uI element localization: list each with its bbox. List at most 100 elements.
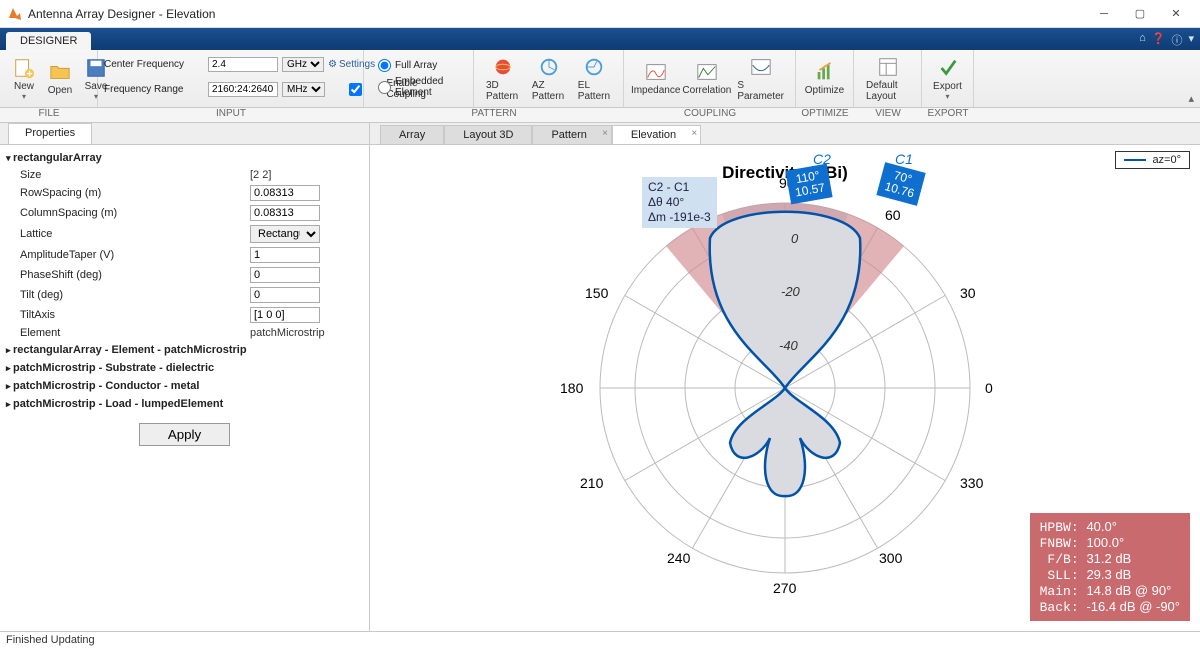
prop-value: [2 2] bbox=[250, 169, 271, 181]
prop-row-amplitudetaper-v-: AmplitudeTaper (V) bbox=[4, 245, 365, 265]
prop-section[interactable]: patchMicrostrip - Substrate - dielectric bbox=[4, 359, 365, 377]
status-text: Finished Updating bbox=[6, 634, 95, 646]
3d-pattern-icon bbox=[492, 56, 514, 78]
svg-text:0: 0 bbox=[985, 380, 993, 396]
help-home-icon[interactable]: ⌂ bbox=[1139, 32, 1146, 48]
stats-readout: HPBW: 40.0° FNBW: 100.0° F/B: 31.2 dB SL… bbox=[1030, 513, 1190, 621]
impedance-icon bbox=[645, 61, 667, 83]
new-button[interactable]: New ▾ bbox=[6, 55, 42, 103]
left-panel: Properties rectangularArray Size[2 2] Row… bbox=[0, 123, 370, 631]
prop-name: Element bbox=[20, 327, 250, 339]
prop-row-size: Size[2 2] bbox=[4, 167, 365, 183]
open-button[interactable]: Open bbox=[42, 59, 78, 98]
prop-row-phaseshift-deg-: PhaseShift (deg) bbox=[4, 265, 365, 285]
prop-name: RowSpacing (m) bbox=[20, 187, 250, 199]
prop-name: TiltAxis bbox=[20, 309, 250, 321]
group-coupling: Impedance Correlation S Parameter bbox=[624, 50, 796, 107]
layout-icon bbox=[877, 56, 899, 78]
tab-designer[interactable]: DESIGNER bbox=[6, 32, 91, 50]
delta-readout: C2 - C1 Δθ 40° Δm -191e-3 bbox=[642, 177, 717, 228]
tab-properties[interactable]: Properties bbox=[8, 123, 92, 144]
svg-text:240: 240 bbox=[667, 550, 691, 566]
properties-body: rectangularArray Size[2 2] RowSpacing (m)… bbox=[0, 145, 369, 631]
prop-name: Lattice bbox=[20, 228, 250, 240]
default-layout-button[interactable]: Default Layout bbox=[860, 54, 915, 104]
matlab-logo-icon bbox=[6, 6, 22, 22]
center-freq-unit[interactable]: GHz bbox=[282, 57, 324, 72]
prop-input[interactable] bbox=[250, 205, 320, 221]
plot-tabs: ArrayLayout 3DPattern×Elevation× bbox=[370, 123, 1200, 145]
maximize-button[interactable]: ▢ bbox=[1122, 2, 1158, 26]
prop-name: AmplitudeTaper (V) bbox=[20, 249, 250, 261]
el-pattern-button[interactable]: EL Pattern bbox=[572, 54, 617, 104]
prop-head-rectangularArray[interactable]: rectangularArray bbox=[4, 149, 365, 167]
prop-section[interactable]: rectangularArray - Element - patchMicros… bbox=[4, 341, 365, 359]
plot-tab-layout-3d[interactable]: Layout 3D bbox=[444, 125, 532, 144]
prop-input[interactable] bbox=[250, 247, 320, 263]
prop-row-lattice: LatticeRectangular bbox=[4, 223, 365, 245]
help-info-icon[interactable]: ⓘ bbox=[1171, 32, 1182, 48]
prop-row-tiltaxis: TiltAxis bbox=[4, 305, 365, 325]
legend-label: az=0° bbox=[1152, 154, 1181, 166]
svg-text:330: 330 bbox=[960, 475, 984, 491]
close-icon[interactable]: × bbox=[602, 128, 608, 139]
plot-tab-elevation[interactable]: Elevation× bbox=[612, 125, 701, 144]
minimize-button[interactable]: ─ bbox=[1086, 2, 1122, 26]
main-area: Properties rectangularArray Size[2 2] Row… bbox=[0, 123, 1200, 631]
prop-input[interactable] bbox=[250, 287, 320, 303]
svg-text:0: 0 bbox=[791, 231, 799, 246]
sparam-icon bbox=[750, 56, 772, 78]
legend-swatch bbox=[1124, 159, 1146, 161]
svg-text:210: 210 bbox=[580, 475, 604, 491]
ribbon-tabstrip: DESIGNER ⌂ ❓ ⓘ ▾ bbox=[0, 28, 1200, 50]
center-freq-input[interactable] bbox=[208, 57, 278, 72]
apply-button[interactable]: Apply bbox=[139, 423, 230, 446]
ribbon-filler bbox=[974, 50, 1200, 107]
properties-tab-row: Properties bbox=[0, 123, 369, 145]
prop-section[interactable]: patchMicrostrip - Conductor - metal bbox=[4, 377, 365, 395]
correlation-button[interactable]: Correlation bbox=[681, 59, 732, 98]
freq-range-input[interactable] bbox=[208, 82, 278, 97]
prop-select[interactable]: Rectangular bbox=[250, 225, 320, 243]
svg-text:270: 270 bbox=[773, 580, 797, 596]
polar-chart: 0 -20 -40 0 30 60 90 120 150 180 210 240… bbox=[505, 153, 1065, 623]
optimize-button[interactable]: Optimize bbox=[802, 59, 847, 98]
prop-section[interactable]: patchMicrostrip - Load - lumpedElement bbox=[4, 395, 365, 413]
plot-tab-pattern[interactable]: Pattern× bbox=[532, 125, 611, 144]
prop-input[interactable] bbox=[250, 307, 320, 323]
group-file: New ▾ Open Save ▾ bbox=[0, 50, 98, 107]
prop-row-rowspacing-m-: RowSpacing (m) bbox=[4, 183, 365, 203]
prop-input[interactable] bbox=[250, 267, 320, 283]
plot-tab-array[interactable]: Array bbox=[380, 125, 444, 144]
prop-input[interactable] bbox=[250, 185, 320, 201]
prop-row-element: ElementpatchMicrostrip bbox=[4, 325, 365, 341]
correlation-icon bbox=[696, 61, 718, 83]
section-labels: FILE INPUT PATTERN COUPLING OPTIMIZE VIE… bbox=[0, 108, 1200, 123]
prop-name: PhaseShift (deg) bbox=[20, 269, 250, 281]
prop-name: Tilt (deg) bbox=[20, 289, 250, 301]
impedance-button[interactable]: Impedance bbox=[630, 59, 681, 98]
svg-text:300: 300 bbox=[879, 550, 903, 566]
3d-pattern-button[interactable]: 3D Pattern bbox=[480, 54, 526, 104]
help-dropdown-icon[interactable]: ▾ bbox=[1188, 32, 1194, 48]
help-shortcuts-icon[interactable]: ❓ bbox=[1152, 32, 1166, 48]
radio-full-array[interactable]: Full Array bbox=[378, 59, 459, 72]
el-icon bbox=[583, 56, 605, 78]
prop-value: patchMicrostrip bbox=[250, 327, 325, 339]
titlebar: Antenna Array Designer - Elevation ─ ▢ ✕ bbox=[0, 0, 1200, 28]
freq-range-unit[interactable]: MHz bbox=[282, 82, 325, 97]
marker-c2[interactable]: 110° 10.57 bbox=[785, 164, 832, 205]
svg-text:-40: -40 bbox=[779, 338, 799, 353]
ribbon-collapse-icon[interactable]: ▴ bbox=[1188, 92, 1194, 105]
close-button[interactable]: ✕ bbox=[1158, 2, 1194, 26]
prop-row-columnspacing-m-: ColumnSpacing (m) bbox=[4, 203, 365, 223]
az-pattern-button[interactable]: AZ Pattern bbox=[526, 54, 572, 104]
gear-icon: ⚙ bbox=[328, 59, 337, 70]
export-button[interactable]: Export ▾ bbox=[928, 55, 967, 103]
status-bar: Finished Updating bbox=[0, 631, 1200, 651]
radio-embedded[interactable]: Embedded Element bbox=[378, 76, 459, 98]
close-icon[interactable]: × bbox=[691, 128, 697, 139]
svg-text:150: 150 bbox=[585, 285, 609, 301]
window-title: Antenna Array Designer - Elevation bbox=[28, 7, 1086, 21]
sparam-button[interactable]: S Parameter bbox=[732, 54, 789, 104]
